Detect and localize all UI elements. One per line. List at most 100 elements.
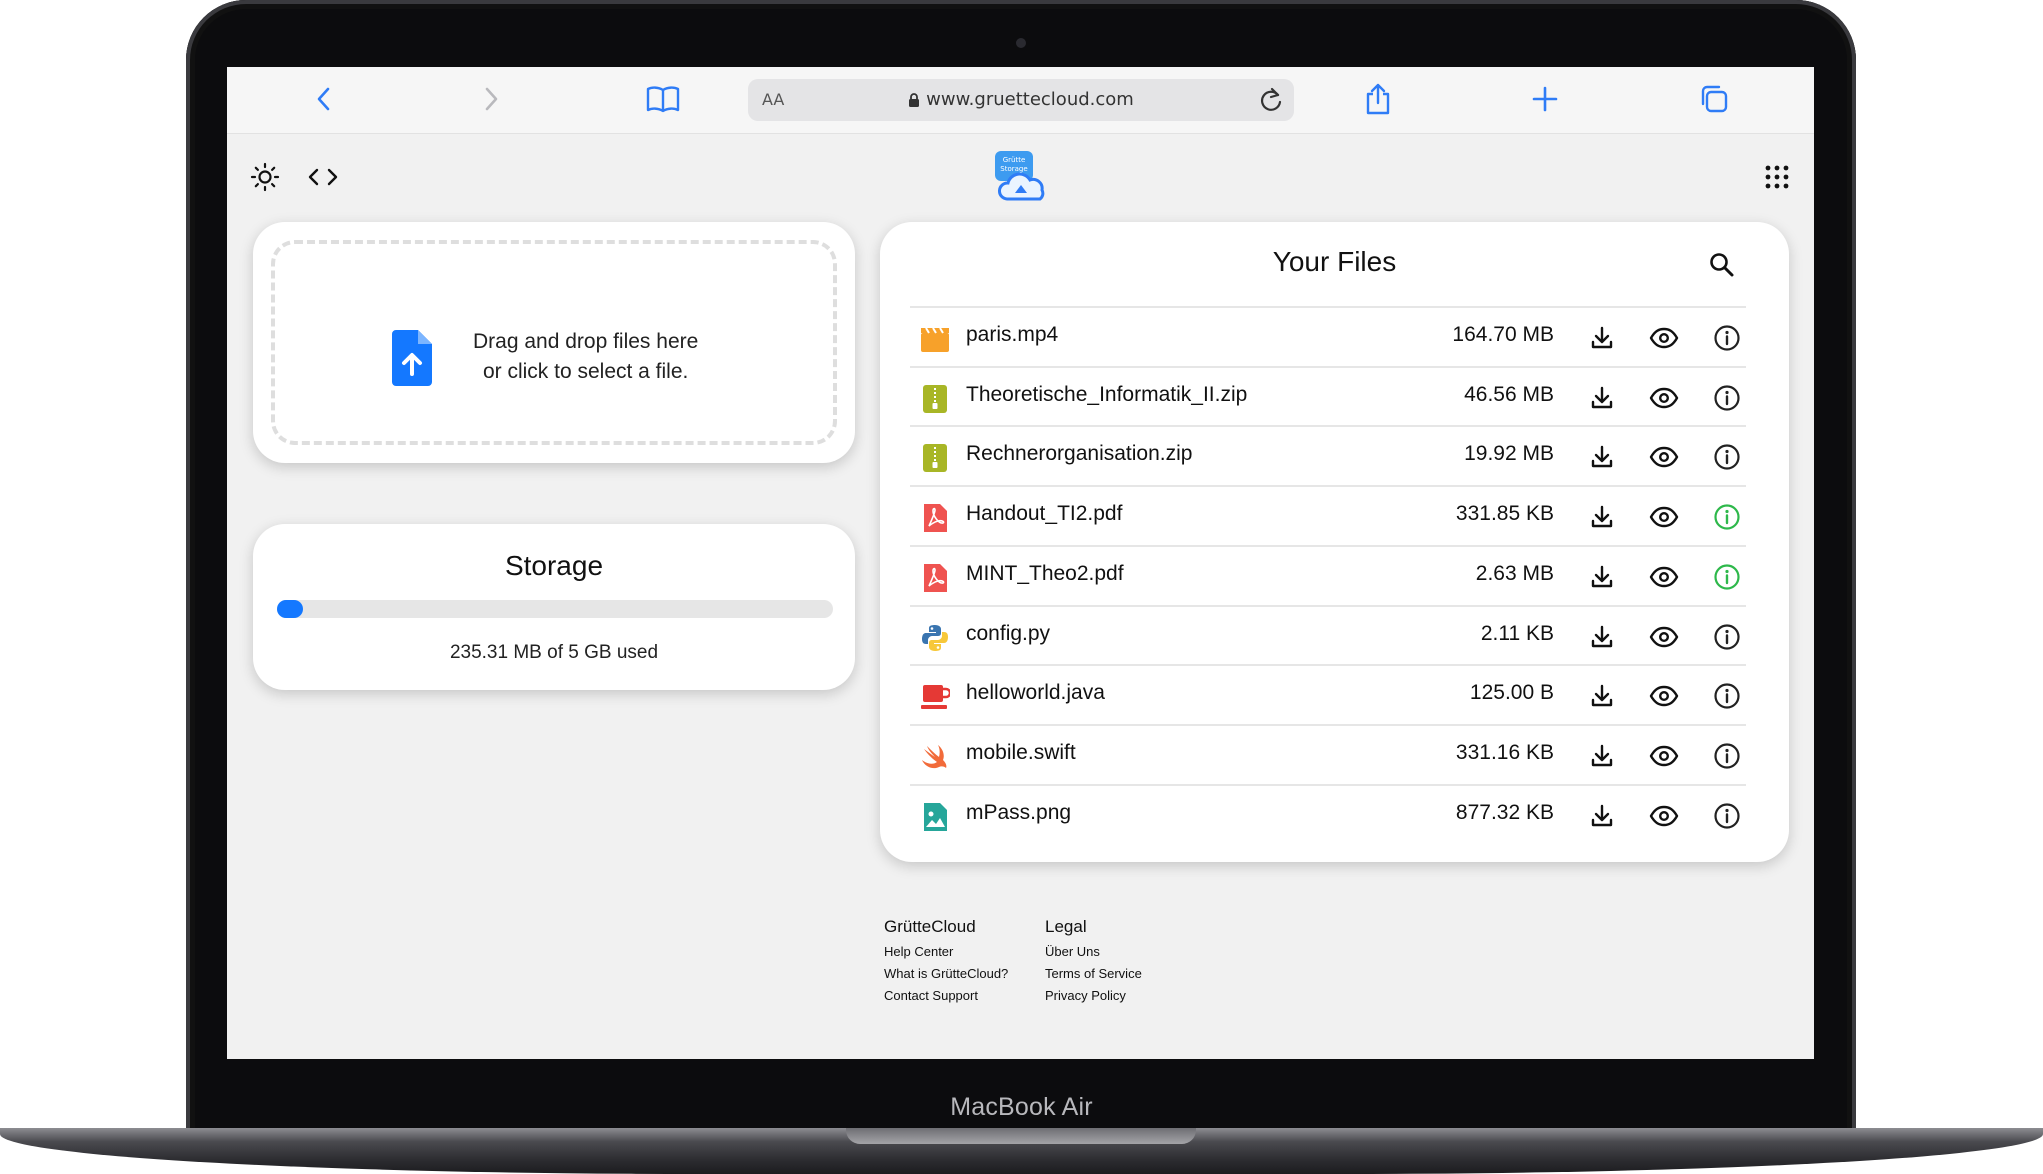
file-name[interactable]: MINT_Theo2.pdf	[966, 562, 1124, 586]
developer-code-button[interactable]	[305, 159, 341, 195]
preview-button[interactable]	[1648, 680, 1680, 712]
address-bar[interactable]: AA www.gruettecloud.com	[748, 79, 1294, 121]
file-size: 331.85 KB	[1455, 502, 1554, 526]
camera	[1016, 38, 1026, 48]
code-icon	[308, 168, 338, 186]
logo-text-1: Grütte	[1003, 156, 1026, 164]
download-icon	[1591, 744, 1613, 767]
footer-link-what-is[interactable]: What is GrütteCloud?	[884, 963, 1008, 985]
download-button[interactable]	[1586, 561, 1618, 593]
file-row[interactable]: Theoretische_Informatik_II.zip 46.56 MB	[910, 365, 1746, 427]
search-button[interactable]	[1709, 252, 1735, 282]
tabs-overview-button[interactable]	[1696, 81, 1732, 117]
theme-toggle-button[interactable]	[247, 159, 283, 195]
reload-button[interactable]	[1258, 86, 1284, 118]
footer-link-help-center[interactable]: Help Center	[884, 941, 1008, 963]
download-button[interactable]	[1586, 322, 1618, 354]
java-cup-icon	[920, 682, 952, 712]
zip-archive-icon	[920, 443, 950, 473]
eye-icon	[1649, 566, 1679, 587]
preview-button[interactable]	[1648, 800, 1680, 832]
download-button[interactable]	[1586, 740, 1618, 772]
eye-icon	[1649, 685, 1679, 707]
info-button[interactable]	[1711, 322, 1743, 354]
info-button[interactable]	[1711, 621, 1743, 653]
file-row[interactable]: MINT_Theo2.pdf 2.63 MB	[910, 544, 1746, 606]
file-name[interactable]: Rechnerorganisation.zip	[966, 442, 1192, 466]
info-button[interactable]	[1711, 561, 1743, 593]
bookmarks-button[interactable]	[645, 81, 681, 117]
info-icon	[1714, 802, 1740, 829]
info-button[interactable]	[1711, 740, 1743, 772]
footer-link-contact-support[interactable]: Contact Support	[884, 985, 1008, 1007]
info-icon	[1714, 504, 1740, 530]
chevron-right-icon	[485, 87, 498, 111]
footer-column-legal: Legal Über Uns Terms of Service Privacy …	[1045, 917, 1142, 1007]
info-button[interactable]	[1711, 680, 1743, 712]
info-button[interactable]	[1711, 501, 1743, 533]
files-title: Your Files	[1272, 246, 1397, 277]
file-row[interactable]: helloworld.java 125.00 B	[910, 664, 1746, 725]
file-row[interactable]: mobile.swift 331.16 KB	[910, 723, 1746, 785]
download-icon	[1591, 505, 1613, 528]
download-button[interactable]	[1586, 680, 1618, 712]
info-icon	[1714, 683, 1740, 709]
file-name[interactable]: config.py	[966, 622, 1050, 646]
file-row[interactable]: mPass.png 877.32 KB	[910, 783, 1746, 845]
storage-usage-text: 235.31 MB of 5 GB used	[449, 642, 659, 663]
new-tab-button[interactable]	[1527, 81, 1563, 117]
info-button[interactable]	[1711, 441, 1743, 473]
lock-icon	[909, 92, 920, 107]
file-row[interactable]: Rechnerorganisation.zip 19.92 MB	[910, 425, 1746, 486]
preview-button[interactable]	[1648, 621, 1680, 653]
download-button[interactable]	[1586, 382, 1618, 414]
download-button[interactable]	[1586, 441, 1618, 473]
preview-button[interactable]	[1648, 561, 1680, 593]
python-icon	[920, 623, 950, 653]
footer-link-terms[interactable]: Terms of Service	[1045, 963, 1142, 985]
preview-button[interactable]	[1648, 322, 1680, 354]
file-size: 2.11 KB	[1480, 621, 1554, 645]
file-size: 877.32 KB	[1455, 800, 1554, 824]
file-name[interactable]: paris.mp4	[966, 323, 1058, 347]
address-text-wrap: www.gruettecloud.com	[748, 89, 1294, 110]
screen: AA www.gruettecloud.com Grütte Storage D…	[227, 67, 1814, 1059]
preview-button[interactable]	[1648, 441, 1680, 473]
image-file-icon	[920, 802, 950, 832]
app-logo[interactable]: Grütte Storage	[993, 149, 1049, 205]
file-row[interactable]: Handout_TI2.pdf 331.85 KB	[910, 485, 1746, 546]
footer-link-ueber-uns[interactable]: Über Uns	[1045, 941, 1142, 963]
file-row[interactable]: paris.mp4 164.70 MB	[910, 306, 1746, 367]
info-button[interactable]	[1711, 800, 1743, 832]
share-button[interactable]	[1360, 81, 1396, 117]
file-name[interactable]: Handout_TI2.pdf	[966, 502, 1122, 526]
url-text: www.gruettecloud.com	[926, 89, 1134, 110]
file-name[interactable]: Theoretische_Informatik_II.zip	[966, 383, 1247, 407]
preview-button[interactable]	[1648, 382, 1680, 414]
preview-button[interactable]	[1648, 740, 1680, 772]
info-icon	[1714, 564, 1740, 590]
device-label: MacBook Air	[950, 1093, 1093, 1121]
forward-button[interactable]	[473, 81, 509, 117]
back-button[interactable]	[306, 81, 342, 117]
file-name[interactable]: helloworld.java	[966, 681, 1105, 705]
file-row[interactable]: config.py 2.11 KB	[910, 604, 1746, 666]
upload-line-1: Drag and drop files here	[473, 330, 699, 353]
footer-link-privacy[interactable]: Privacy Policy	[1045, 985, 1142, 1007]
search-icon	[1710, 253, 1734, 277]
file-size: 164.70 MB	[1452, 323, 1554, 346]
upload-card[interactable]: Drag and drop files here or click to sel…	[253, 222, 855, 463]
pdf-icon	[920, 563, 950, 593]
preview-button[interactable]	[1648, 501, 1680, 533]
info-button[interactable]	[1711, 382, 1743, 414]
download-button[interactable]	[1586, 800, 1618, 832]
cloud-storage-logo-icon: Grütte Storage	[995, 151, 1045, 201]
file-upload-icon	[392, 330, 432, 386]
upload-instructions: Drag and drop files here or click to sel…	[473, 327, 698, 387]
download-icon	[1591, 684, 1613, 707]
apps-menu-button[interactable]	[1759, 159, 1795, 195]
file-name[interactable]: mobile.swift	[966, 741, 1076, 765]
file-name[interactable]: mPass.png	[966, 801, 1071, 825]
download-button[interactable]	[1586, 621, 1618, 653]
download-button[interactable]	[1586, 501, 1618, 533]
